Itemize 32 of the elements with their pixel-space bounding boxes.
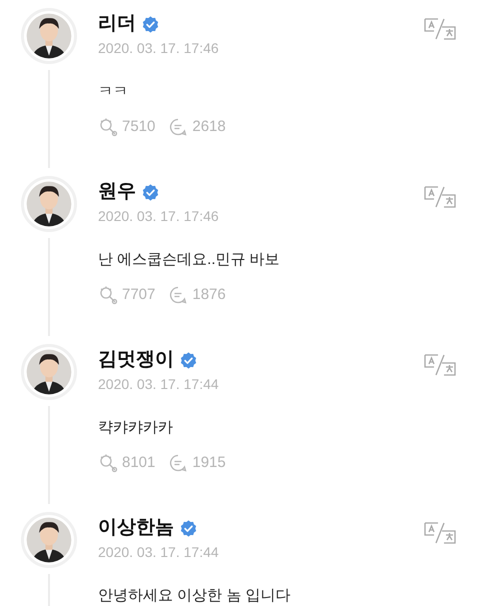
cheer-stick-icon[interactable] bbox=[98, 453, 118, 474]
author-name[interactable]: 원우 bbox=[98, 178, 136, 206]
avatar[interactable] bbox=[21, 8, 77, 64]
author-name[interactable]: 리더 bbox=[98, 10, 136, 38]
comment-count: 1915 bbox=[192, 453, 226, 473]
translate-icon[interactable] bbox=[424, 18, 456, 40]
post-time: 2020. 03. 17. 17:44 bbox=[98, 375, 219, 394]
cheer-stick-icon[interactable] bbox=[98, 285, 118, 306]
post-text: 캭캬캬카카 bbox=[98, 418, 173, 438]
comment-icon[interactable] bbox=[169, 118, 188, 136]
post-text: 안녕하세요 이상한 놈 입니다 bbox=[98, 586, 291, 606]
comment-icon[interactable] bbox=[169, 454, 188, 472]
translate-icon[interactable] bbox=[424, 522, 456, 544]
translate-icon[interactable] bbox=[424, 354, 456, 376]
cheer-count: 7707 bbox=[122, 285, 156, 305]
author-name[interactable]: 김멋쟁이 bbox=[98, 346, 174, 374]
avatar[interactable] bbox=[21, 512, 77, 568]
comment-count: 1876 bbox=[192, 285, 226, 305]
avatar[interactable] bbox=[21, 344, 77, 400]
translate-icon[interactable] bbox=[424, 186, 456, 208]
author-name[interactable]: 이상한놈 bbox=[98, 514, 174, 542]
post-time: 2020. 03. 17. 17:46 bbox=[98, 39, 219, 58]
cheer-stick-icon[interactable] bbox=[98, 117, 118, 138]
comment-count: 2618 bbox=[192, 117, 226, 137]
cheer-count: 7510 bbox=[122, 117, 156, 137]
comment-icon[interactable] bbox=[169, 286, 188, 304]
post-time: 2020. 03. 17. 17:44 bbox=[98, 543, 219, 562]
avatar[interactable] bbox=[21, 176, 77, 232]
post-text: ㅋㅋ bbox=[98, 82, 128, 102]
post-time: 2020. 03. 17. 17:46 bbox=[98, 207, 219, 226]
cheer-count: 8101 bbox=[122, 453, 156, 473]
post-text: 난 에스쿱슨데요..민규 바보 bbox=[98, 250, 280, 270]
